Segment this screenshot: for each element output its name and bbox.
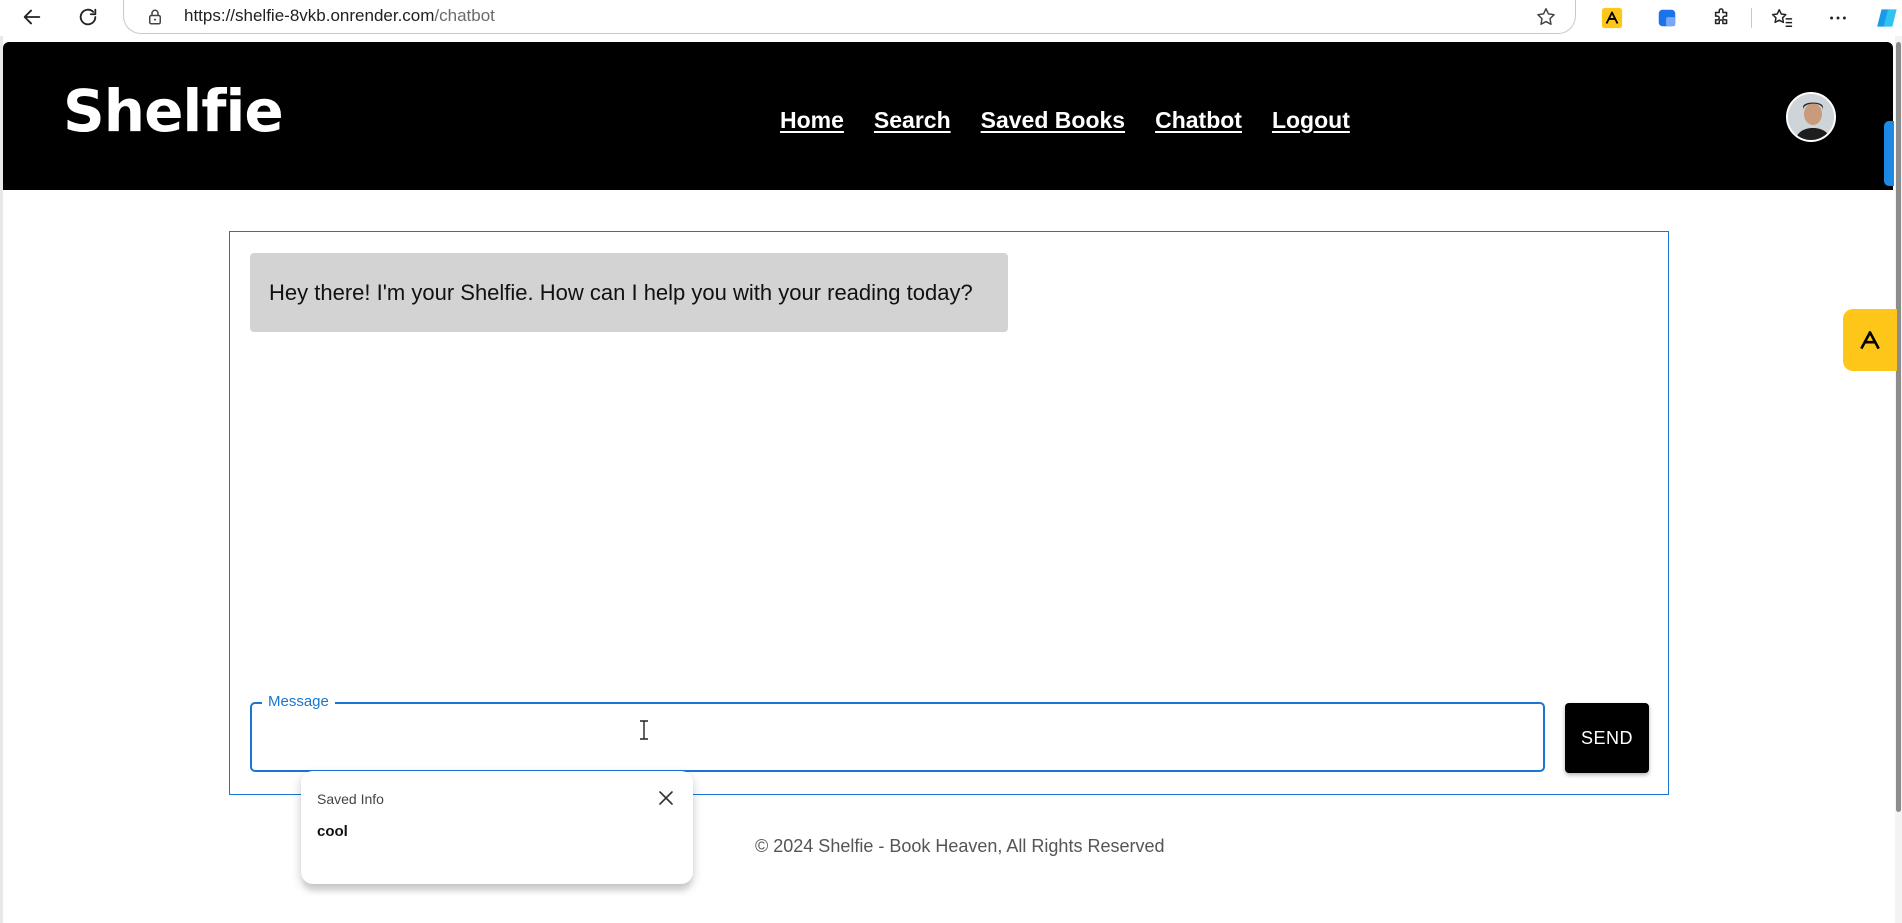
nav-link-logout[interactable]: Logout	[1272, 107, 1350, 134]
assistant-logo-icon	[1860, 331, 1880, 350]
saved-info-suggestion[interactable]: cool	[317, 823, 348, 840]
extensions-button[interactable]	[1708, 4, 1736, 32]
site-header: Shelfie Home Search Saved Books Chatbot …	[3, 42, 1893, 190]
star-icon	[1537, 8, 1555, 25]
site-logo[interactable]: Shelfie	[63, 82, 284, 140]
bot-message-bubble: Hey there! I'm your Shelfie. How can I h…	[250, 253, 1008, 332]
send-button[interactable]: SEND	[1565, 703, 1649, 773]
nav-link-search[interactable]: Search	[874, 107, 951, 134]
browser-toolbar: https://shelfie-8vkb.onrender.com/chatbo…	[0, 0, 1902, 36]
copilot-icon	[1877, 9, 1897, 27]
user-avatar[interactable]	[1786, 92, 1836, 142]
message-input[interactable]	[264, 712, 1529, 762]
saved-info-close-button[interactable]	[655, 787, 677, 809]
close-icon	[659, 791, 673, 805]
extension-blue-icon	[1658, 9, 1676, 27]
message-field-label: Message	[262, 693, 335, 711]
scrollbar-thumb[interactable]	[1896, 42, 1901, 812]
puzzle-icon	[1714, 8, 1728, 25]
main-nav: Home Search Saved Books Chatbot Logout	[780, 107, 1350, 134]
copilot-button[interactable]	[1874, 4, 1902, 32]
text-cursor-icon	[638, 720, 650, 744]
more-menu-button[interactable]	[1824, 4, 1852, 32]
lock-icon[interactable]	[146, 8, 164, 30]
url-path: /chatbot	[434, 6, 495, 25]
page-viewport: Shelfie Home Search Saved Books Chatbot …	[0, 36, 1902, 923]
back-icon	[23, 9, 41, 25]
message-field[interactable]: Message	[250, 693, 1545, 772]
favorite-star-button[interactable]	[1535, 6, 1557, 32]
saved-info-title: Saved Info	[317, 791, 384, 807]
favorites-button[interactable]	[1768, 4, 1796, 32]
favorites-icon	[1771, 9, 1793, 27]
more-icon	[1830, 16, 1846, 20]
url-host: https://shelfie-8vkb.onrender.com	[184, 6, 435, 25]
avatar-photo-icon	[1788, 94, 1834, 140]
nav-link-chatbot[interactable]: Chatbot	[1155, 107, 1242, 134]
back-button[interactable]	[16, 2, 48, 32]
nav-link-saved-books[interactable]: Saved Books	[981, 107, 1125, 134]
toolbar-separator	[1751, 8, 1752, 28]
refresh-button[interactable]	[72, 2, 104, 32]
chat-panel: Hey there! I'm your Shelfie. How can I h…	[229, 231, 1669, 795]
scroll-indicator	[1884, 121, 1894, 186]
url-text: https://shelfie-8vkb.onrender.com/chatbo…	[184, 6, 495, 26]
side-assistant-button[interactable]	[1843, 309, 1897, 371]
footer-copyright: © 2024 Shelfie - Book Heaven, All Rights…	[755, 836, 1165, 856]
extension-blue-button[interactable]	[1653, 4, 1681, 32]
extension-yellow-button[interactable]	[1598, 4, 1626, 32]
extension-yellow-icon	[1601, 7, 1623, 29]
nav-link-home[interactable]: Home	[780, 107, 844, 134]
refresh-icon	[79, 8, 97, 26]
address-bar[interactable]: https://shelfie-8vkb.onrender.com/chatbo…	[123, 0, 1576, 34]
saved-info-popup: Saved Info cool	[301, 771, 693, 884]
